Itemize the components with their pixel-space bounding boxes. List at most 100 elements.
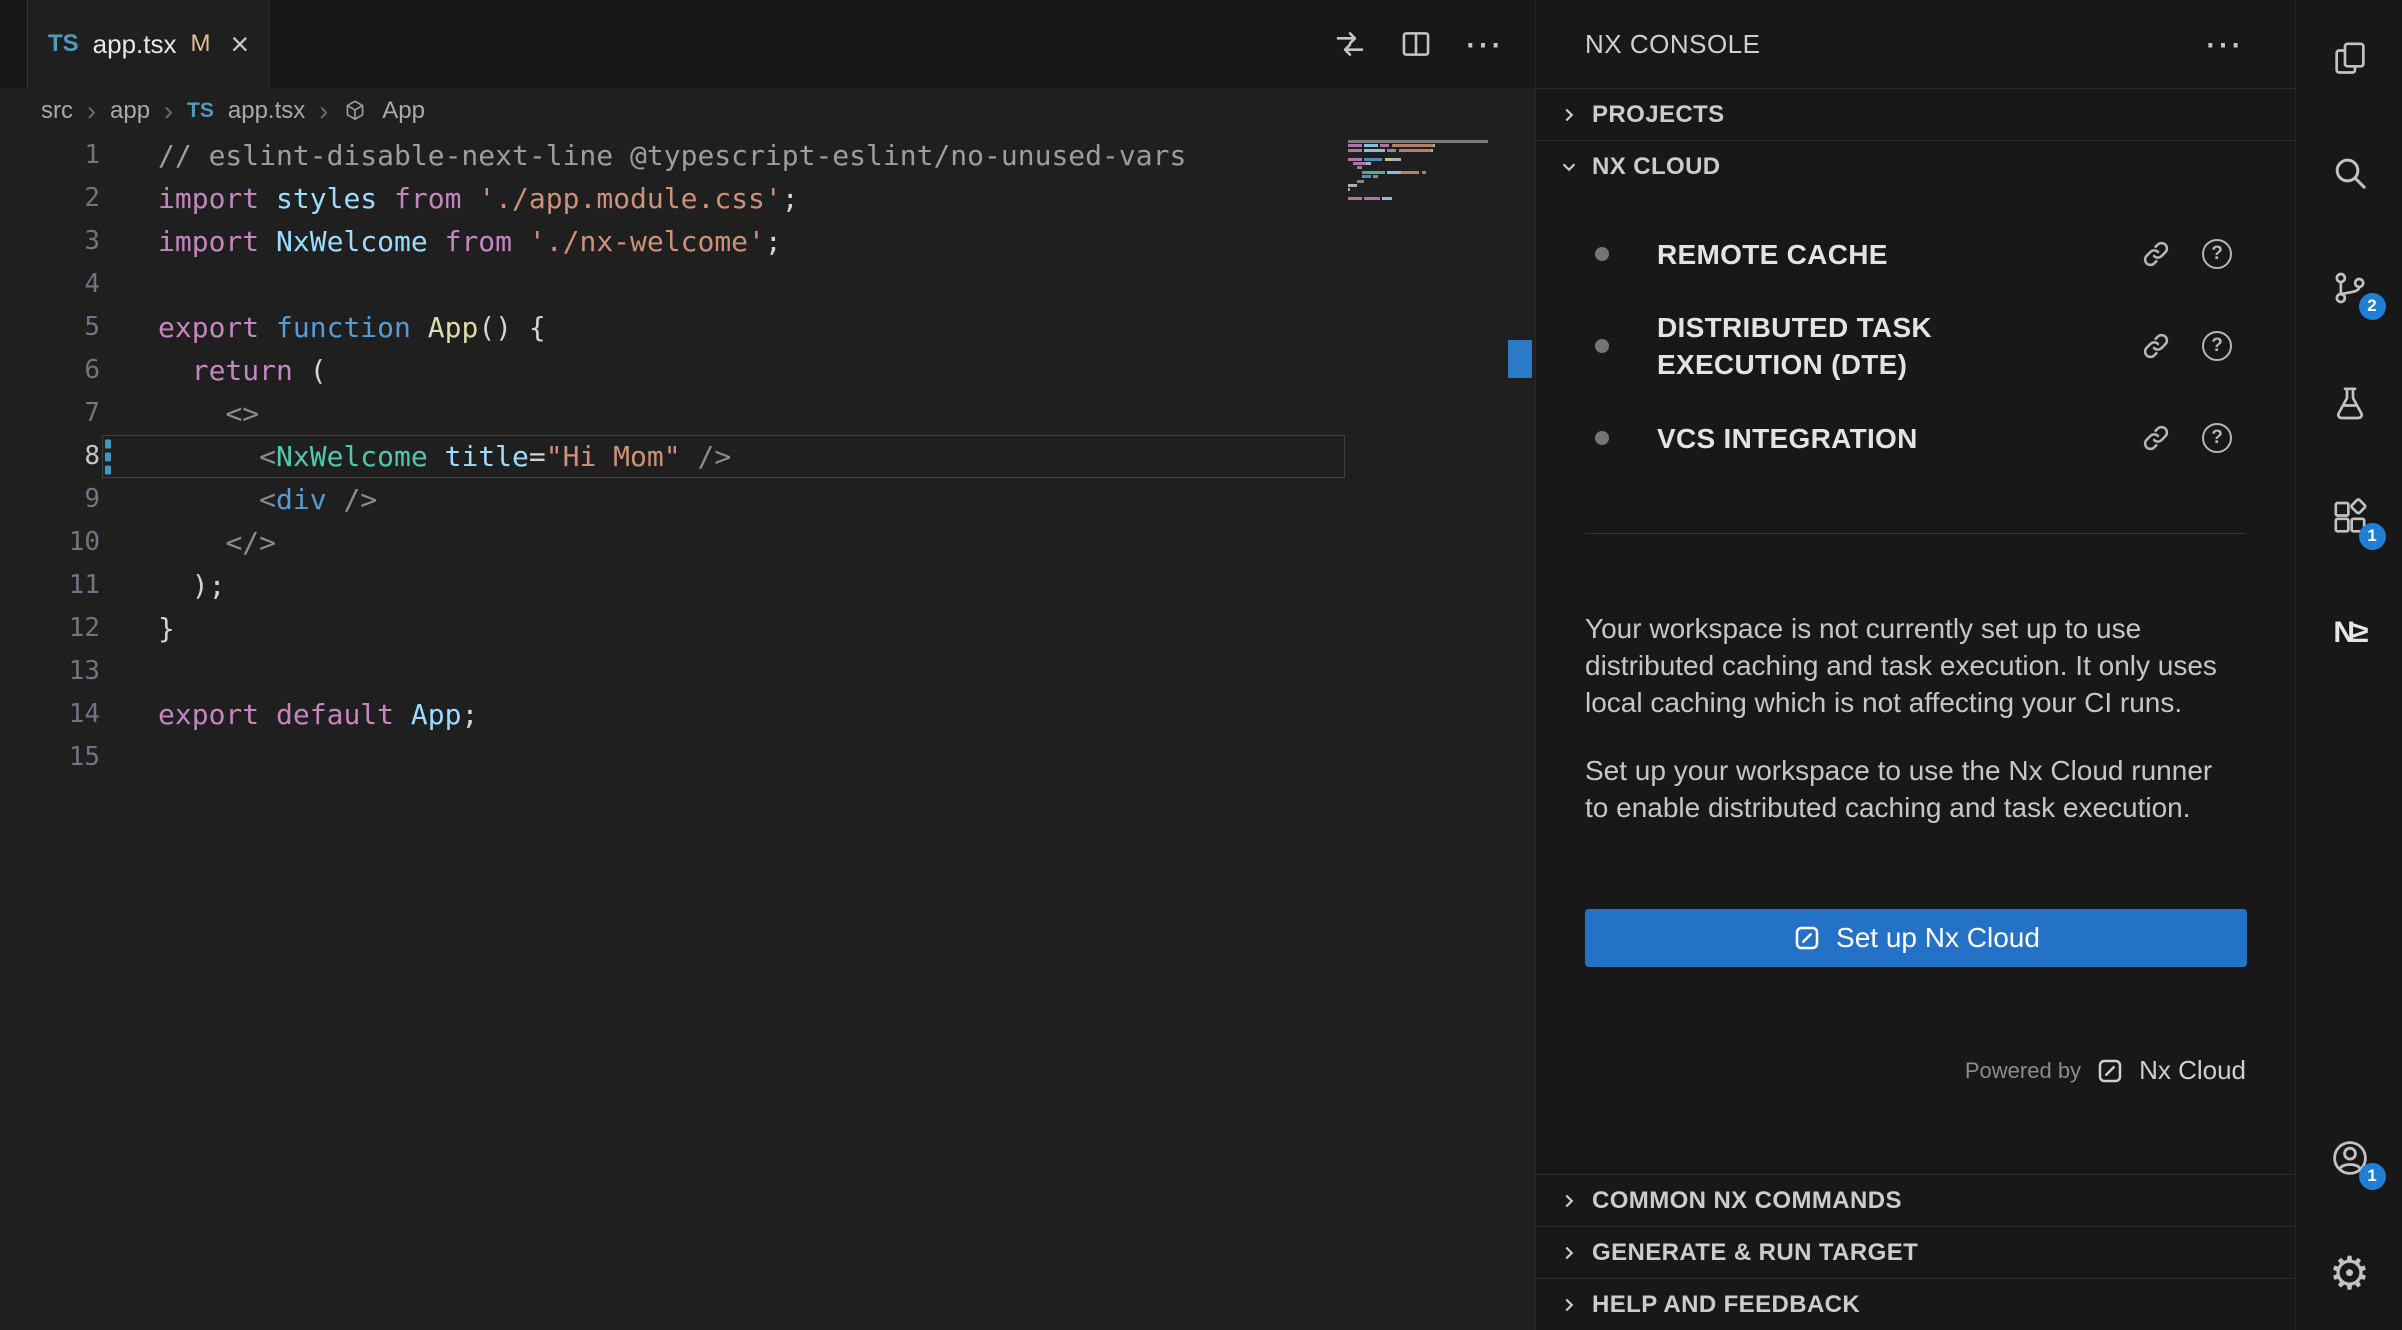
- section-label: NX CLOUD: [1592, 153, 1721, 181]
- cloud-item-label: DISTRIBUTED TASK EXECUTION (DTE): [1657, 309, 1997, 383]
- setup-button-label: Set up Nx Cloud: [1836, 922, 2040, 954]
- line-number: 12: [0, 607, 100, 650]
- tab-close-icon[interactable]: ×: [231, 28, 250, 60]
- beaker-icon: [2328, 381, 2372, 425]
- minimap[interactable]: [1348, 140, 1509, 206]
- breadcrumb-separator: ›: [319, 96, 328, 127]
- code-line-12[interactable]: 12}: [0, 607, 1535, 650]
- help-icon[interactable]: [2202, 239, 2232, 269]
- code-line-4[interactable]: 4: [0, 263, 1535, 306]
- code-line-5[interactable]: 5export function App() {: [0, 306, 1535, 349]
- section-nx-cloud[interactable]: NX CLOUD: [1536, 140, 2295, 192]
- breadcrumb-separator: ›: [87, 96, 96, 127]
- files-icon: [2328, 36, 2372, 80]
- activity-item-settings[interactable]: ⚙: [2296, 1215, 2402, 1330]
- status-dot-icon: [1595, 431, 1609, 445]
- status-dot-icon: [1595, 247, 1609, 261]
- code-line-11[interactable]: 11 );: [0, 564, 1535, 607]
- cloud-item: DISTRIBUTED TASK EXECUTION (DTE): [1585, 304, 2246, 388]
- line-number: 10: [0, 521, 100, 564]
- split-editor-icon[interactable]: [1398, 26, 1434, 62]
- activity-item-accounts[interactable]: 1: [2296, 1100, 2402, 1215]
- extensions-icon: 1: [2328, 496, 2372, 540]
- cloud-description-2: Set up your workspace to use the Nx Clou…: [1585, 752, 2235, 826]
- code-line-3[interactable]: 3import NxWelcome from './nx-welcome';: [0, 220, 1535, 263]
- nx-logo-icon: N≥: [2328, 611, 2372, 655]
- code-line-2[interactable]: 2import styles from './app.module.css';: [0, 177, 1535, 220]
- connect-icon[interactable]: [2140, 330, 2172, 362]
- code-line-13[interactable]: 13: [0, 650, 1535, 693]
- divider: [1585, 533, 2246, 534]
- cloud-item: REMOTE CACHE: [1585, 212, 2246, 296]
- activity-badge: 1: [2359, 1163, 2386, 1190]
- account-icon: 1: [2328, 1136, 2372, 1180]
- section-help-and-feedback[interactable]: HELP AND FEEDBACK: [1536, 1278, 2295, 1330]
- help-icon[interactable]: [2202, 331, 2232, 361]
- git-modified-badge: M: [191, 30, 211, 58]
- activity-item-extensions[interactable]: 1: [2296, 460, 2402, 575]
- section-common-nx-commands[interactable]: COMMON NX COMMANDS: [1536, 1174, 2295, 1226]
- code-line-10[interactable]: 10 </>: [0, 521, 1535, 564]
- breadcrumb-item-symbol[interactable]: App: [382, 97, 425, 125]
- section-label: PROJECTS: [1592, 101, 1725, 129]
- gutter-modified-marker: [105, 439, 111, 474]
- activity-badge: 2: [2359, 293, 2386, 320]
- breadcrumb-item-src[interactable]: src: [41, 97, 73, 125]
- activity-item-search[interactable]: [2296, 115, 2402, 230]
- activity-item-explorer[interactable]: [2296, 0, 2402, 115]
- editor-pane: TS app.tsx M × ⋯: [0, 0, 1535, 1330]
- code-line-14[interactable]: 14export default App;: [0, 693, 1535, 736]
- activity-bar: 2 1 N≥ 1 ⚙: [2295, 0, 2402, 1330]
- powered-by-row: Powered by Nx Cloud: [1585, 1055, 2246, 1086]
- activity-item-nx-console[interactable]: N≥: [2296, 575, 2402, 690]
- editor-actions: ⋯: [1332, 0, 1500, 88]
- line-number: 6: [0, 349, 100, 392]
- line-number: 3: [0, 220, 100, 263]
- code-editor[interactable]: 1// eslint-disable-next-line @typescript…: [0, 134, 1535, 779]
- line-number: 5: [0, 306, 100, 349]
- open-changes-icon[interactable]: [1332, 26, 1368, 62]
- cloud-description-1: Your workspace is not currently set up t…: [1585, 610, 2235, 721]
- cloud-item: VCS INTEGRATION: [1585, 396, 2246, 480]
- activity-badge: 1: [2359, 523, 2386, 550]
- typescript-file-icon: TS: [48, 30, 79, 58]
- nx-cloud-section-body: REMOTE CACHE DISTRIBUTED TASK EXECUTION (…: [1536, 192, 2295, 1086]
- breadcrumb-item-app[interactable]: app: [110, 97, 150, 125]
- line-number: 4: [0, 263, 100, 306]
- powered-by-brand[interactable]: Nx Cloud: [2139, 1055, 2246, 1086]
- tab-app-tsx[interactable]: TS app.tsx M ×: [27, 0, 270, 88]
- section-generate-run-target[interactable]: GENERATE & RUN TARGET: [1536, 1226, 2295, 1278]
- connect-icon[interactable]: [2140, 238, 2172, 270]
- code-line-15[interactable]: 15: [0, 736, 1535, 779]
- more-actions-icon[interactable]: ⋯: [1464, 26, 1500, 62]
- vscode-window: TS app.tsx M × ⋯: [0, 0, 2402, 1330]
- panel-more-actions-icon[interactable]: ⋯: [2204, 22, 2240, 67]
- line-number: 7: [0, 392, 100, 435]
- activity-item-testing[interactable]: [2296, 345, 2402, 460]
- code-line-7[interactable]: 7 <>: [0, 392, 1535, 435]
- breadcrumb-item-file[interactable]: app.tsx: [228, 97, 305, 125]
- connect-icon[interactable]: [2140, 422, 2172, 454]
- line-number: 1: [0, 134, 100, 177]
- panel-title: NX CONSOLE: [1585, 29, 1761, 60]
- typescript-file-icon: TS: [187, 99, 214, 123]
- cloud-item-label: VCS INTEGRATION: [1657, 420, 1997, 457]
- section-label: HELP AND FEEDBACK: [1592, 1291, 1860, 1319]
- nx-cloud-icon: [1792, 923, 1822, 953]
- code-line-6[interactable]: 6 return (: [0, 349, 1535, 392]
- activity-item-source-control[interactable]: 2: [2296, 230, 2402, 345]
- tab-bar: TS app.tsx M × ⋯: [0, 0, 1535, 88]
- nx-console-panel: NX CONSOLE ⋯ PROJECTS NX CLOUD REMOTE CA…: [1535, 0, 2295, 1330]
- breadcrumb-separator: ›: [164, 96, 173, 127]
- symbol-cube-icon: [342, 98, 368, 124]
- code-line-8[interactable]: 8 <NxWelcome title="Hi Mom" />: [0, 435, 1535, 478]
- panel-header: NX CONSOLE ⋯: [1536, 0, 2295, 88]
- code-line-1[interactable]: 1// eslint-disable-next-line @typescript…: [0, 134, 1535, 177]
- line-number: 2: [0, 177, 100, 220]
- code-line-9[interactable]: 9 <div />: [0, 478, 1535, 521]
- section-projects[interactable]: PROJECTS: [1536, 88, 2295, 140]
- help-icon[interactable]: [2202, 423, 2232, 453]
- overview-ruler-modified-marker: [1508, 340, 1532, 378]
- setup-nx-cloud-button[interactable]: Set up Nx Cloud: [1585, 909, 2247, 967]
- tab-label: app.tsx: [93, 29, 177, 60]
